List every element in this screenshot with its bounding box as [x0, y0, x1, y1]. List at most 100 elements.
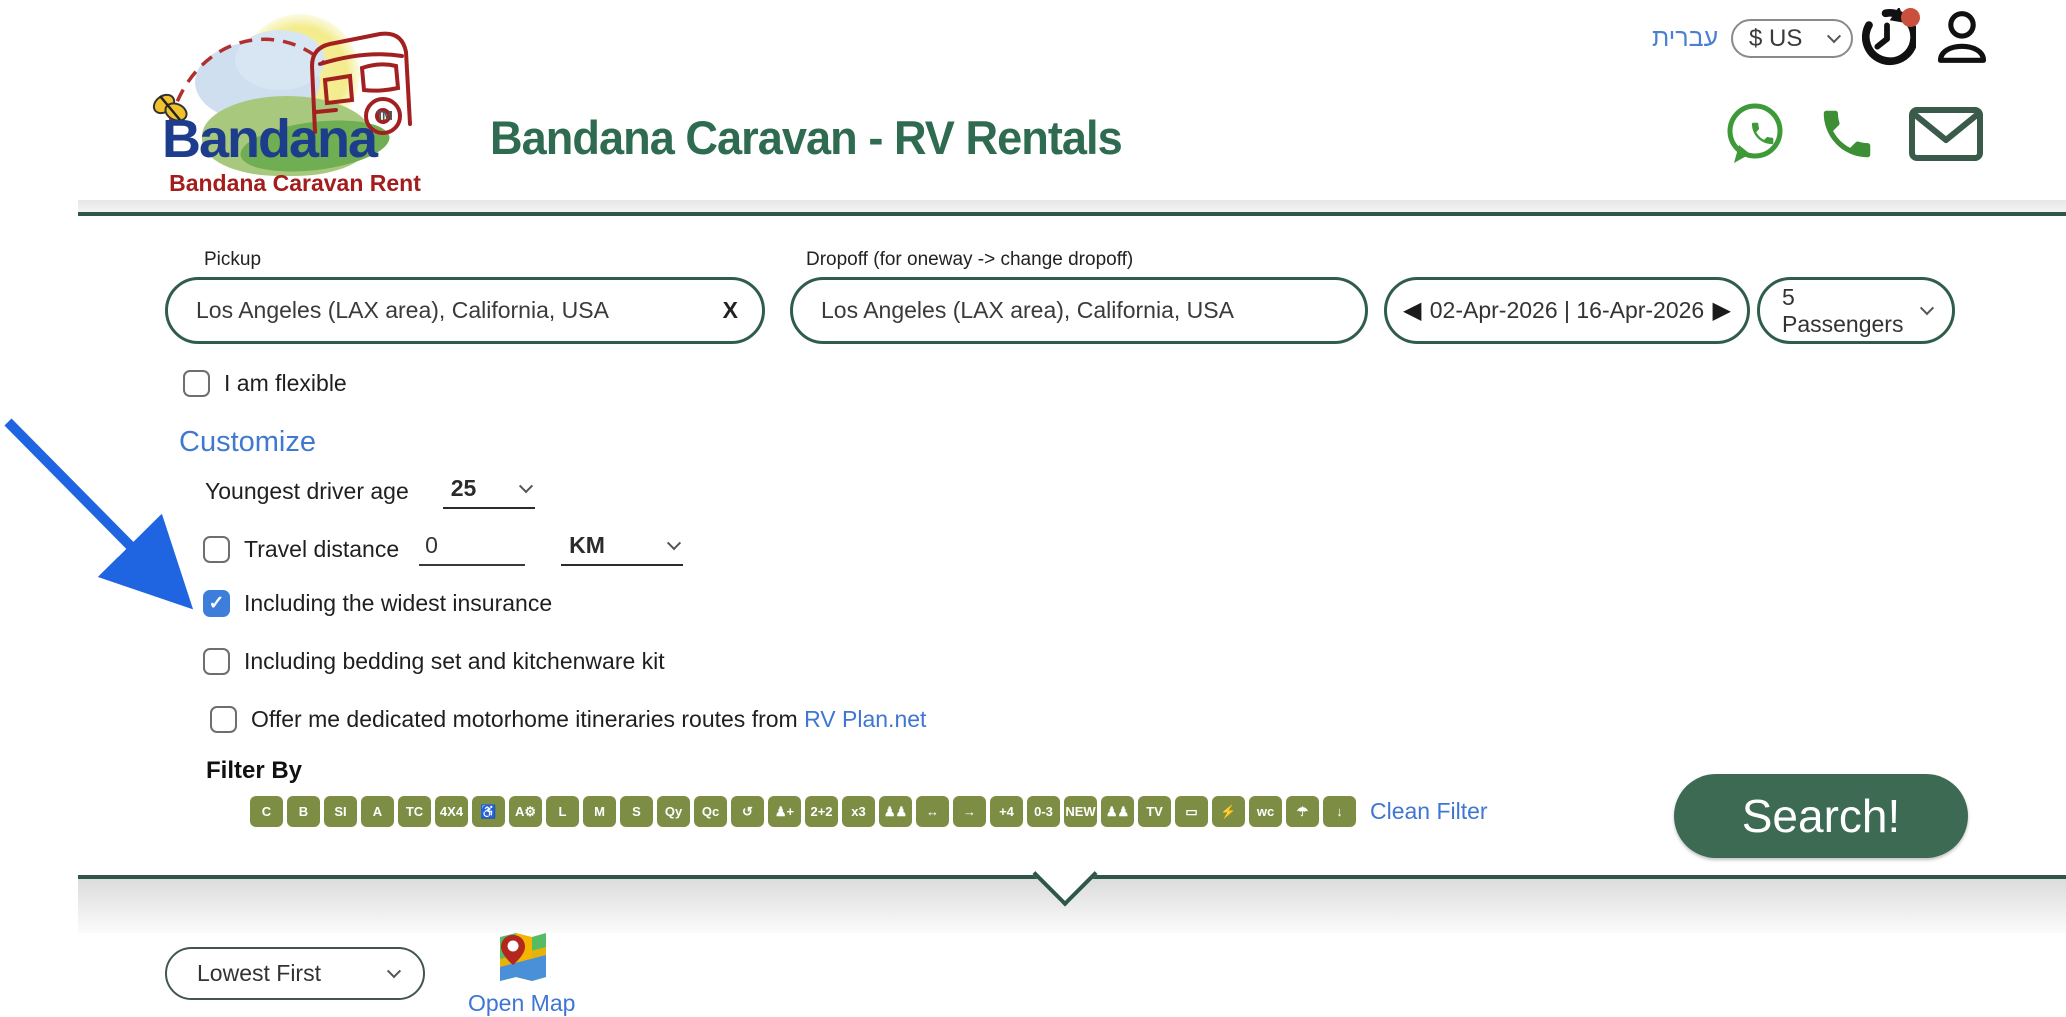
filter-roundtrip-icon[interactable]: ↺: [731, 796, 764, 827]
date-range-picker[interactable]: ◀ 02-Apr-2026 | 16-Apr-2026 ▶: [1384, 277, 1750, 344]
customize-heading[interactable]: Customize: [179, 426, 316, 459]
flexible-row: ✓ I am flexible: [183, 370, 347, 397]
filter-automatic-icon[interactable]: A⚙: [509, 796, 542, 827]
open-map-button[interactable]: [496, 929, 550, 983]
logo-brand-text: BandanaTM: [162, 108, 391, 170]
filter-power-icon[interactable]: ⚡: [1212, 796, 1245, 827]
filter-by-heading: Filter By: [206, 757, 302, 785]
passengers-select[interactable]: 5 Passengers: [1757, 277, 1955, 344]
pickup-clear-button[interactable]: X: [723, 297, 738, 324]
email-icon: [1908, 104, 1984, 164]
account-button[interactable]: [1934, 8, 1992, 68]
filter-icons-row: CBSIATC4X4♿A⚙LMSQyQc↺♟+2+2x3♟♟↔→+40-3NEW…: [250, 796, 1510, 827]
driver-age-label: Youngest driver age: [205, 478, 409, 505]
filter-plus4-beds-icon[interactable]: +4: [990, 796, 1023, 827]
itineraries-label: Offer me dedicated motorhome itineraries…: [251, 706, 926, 733]
itineraries-checkbox[interactable]: ✓: [210, 706, 237, 733]
header-divider: [78, 200, 2066, 216]
filter-class-c-icon[interactable]: C: [250, 796, 283, 827]
filter-adults-child-icon[interactable]: ♟♟: [1101, 796, 1134, 827]
filter-tv-icon[interactable]: TV: [1138, 796, 1171, 827]
pickup-input[interactable]: Los Angeles (LAX area), California, USA …: [165, 277, 765, 344]
pickup-value: Los Angeles (LAX area), California, USA: [196, 297, 609, 324]
phone-icon: [1816, 103, 1878, 165]
travel-distance-label: Travel distance: [244, 536, 399, 563]
chevron-down-icon: [387, 964, 401, 978]
filter-extra-driver-icon[interactable]: ♟+: [768, 796, 801, 827]
dates-next-arrow[interactable]: ▶: [1713, 299, 1731, 323]
account-icon: [1934, 8, 1990, 66]
whatsapp-icon: [1722, 101, 1786, 167]
dropoff-value: Los Angeles (LAX area), California, USA: [821, 297, 1234, 324]
filter-semi-integrated-icon[interactable]: SI: [324, 796, 357, 827]
chevron-down-icon: [1920, 301, 1934, 315]
insurance-row: ✓ Including the widest insurance: [203, 590, 552, 617]
bedding-row: ✓ Including bedding set and kitchenware …: [203, 648, 665, 675]
filter-icons-list: CBSIATC4X4♿A⚙LMSQyQc↺♟+2+2x3♟♟↔→+40-3NEW…: [250, 796, 1356, 827]
filter-oneway-icon[interactable]: →: [953, 796, 986, 827]
filter-length-icon[interactable]: ↔: [916, 796, 949, 827]
rv-plan-link[interactable]: RV Plan.net: [804, 706, 926, 732]
travel-distance-checkbox[interactable]: ✓: [203, 536, 230, 563]
filter-wc-icon[interactable]: wc: [1249, 796, 1282, 827]
page-title: Bandana Caravan - RV Rentals: [490, 110, 1122, 165]
map-icon: [496, 929, 550, 983]
filter-class-b-icon[interactable]: B: [287, 796, 320, 827]
flexible-checkbox[interactable]: ✓: [183, 370, 210, 397]
bedding-checkbox[interactable]: ✓: [203, 648, 230, 675]
filter-motorhome-large-icon[interactable]: L: [546, 796, 579, 827]
email-button[interactable]: [1908, 104, 1984, 169]
filter-bed-icon[interactable]: ▭: [1175, 796, 1208, 827]
chevron-down-icon: [519, 479, 533, 493]
clean-filter-link[interactable]: Clean Filter: [1370, 798, 1488, 825]
phone-button[interactable]: [1816, 103, 1878, 170]
itineraries-row: ✓ Offer me dedicated motorhome itinerari…: [210, 706, 926, 733]
filter-rv-dropoff-icon[interactable]: ↓: [1323, 796, 1356, 827]
passengers-value: 5 Passengers: [1782, 284, 1922, 338]
distance-unit-select[interactable]: KM: [561, 532, 683, 566]
filter-x3-icon[interactable]: x3: [842, 796, 875, 827]
filter-wheelchair-icon[interactable]: ♿: [472, 796, 505, 827]
whatsapp-button[interactable]: [1722, 101, 1786, 172]
distance-unit-value: KM: [569, 532, 605, 559]
filter-shower-icon[interactable]: ☂: [1286, 796, 1319, 827]
logo-caption: Bandana Caravan Rent: [140, 170, 450, 197]
filter-age-0-3-icon[interactable]: 0-3: [1027, 796, 1060, 827]
search-button[interactable]: Search!: [1674, 774, 1968, 858]
travel-distance-row: ✓ Travel distance 0 KM: [203, 532, 683, 566]
filter-motorhome-medium-icon[interactable]: M: [583, 796, 616, 827]
currency-value: $ US: [1749, 25, 1802, 53]
dropoff-label: Dropoff (for oneway -> change dropoff): [806, 249, 1133, 271]
filter-family-plus-icon[interactable]: ♟♟: [879, 796, 912, 827]
sort-select[interactable]: Lowest First: [165, 947, 425, 1000]
dates-prev-arrow[interactable]: ◀: [1403, 299, 1421, 323]
history-button[interactable]: [1858, 8, 1922, 68]
insurance-checkbox[interactable]: ✓: [203, 590, 230, 617]
driver-age-row: Youngest driver age 25: [205, 478, 535, 509]
filter-truck-camper-icon[interactable]: TC: [398, 796, 431, 827]
driver-age-value: 25: [451, 475, 477, 502]
open-map-label[interactable]: Open Map: [468, 990, 575, 1017]
travel-distance-input[interactable]: 0: [419, 532, 525, 566]
site-logo[interactable]: BandanaTM Bandana Caravan Rent: [140, 4, 450, 200]
flexible-label: I am flexible: [224, 370, 347, 397]
filter-new-vehicle-icon[interactable]: NEW: [1064, 796, 1097, 827]
logo-tm: TM: [376, 108, 391, 123]
contact-icons: [1722, 100, 2002, 172]
filter-class-a-icon[interactable]: A: [361, 796, 394, 827]
insurance-label: Including the widest insurance: [244, 590, 552, 617]
pickup-label: Pickup: [204, 249, 261, 271]
currency-select[interactable]: $ US: [1731, 19, 1853, 58]
driver-age-select[interactable]: 25: [443, 475, 535, 509]
filter-seats-2plus2-icon[interactable]: 2+2: [805, 796, 838, 827]
sort-value: Lowest First: [197, 960, 321, 987]
check-icon: ✓: [209, 592, 225, 615]
language-link-hebrew[interactable]: עברית: [1652, 24, 1718, 53]
filter-quality-c-icon[interactable]: Qc: [694, 796, 727, 827]
chevron-down-icon: [1827, 29, 1841, 43]
filter-quality-y-icon[interactable]: Qy: [657, 796, 690, 827]
dropoff-input[interactable]: Los Angeles (LAX area), California, USA: [790, 277, 1368, 344]
filter-motorhome-small-icon[interactable]: S: [620, 796, 653, 827]
filter-4x4-icon[interactable]: 4X4: [435, 796, 468, 827]
dates-value: 02-Apr-2026 | 16-Apr-2026: [1430, 297, 1704, 324]
